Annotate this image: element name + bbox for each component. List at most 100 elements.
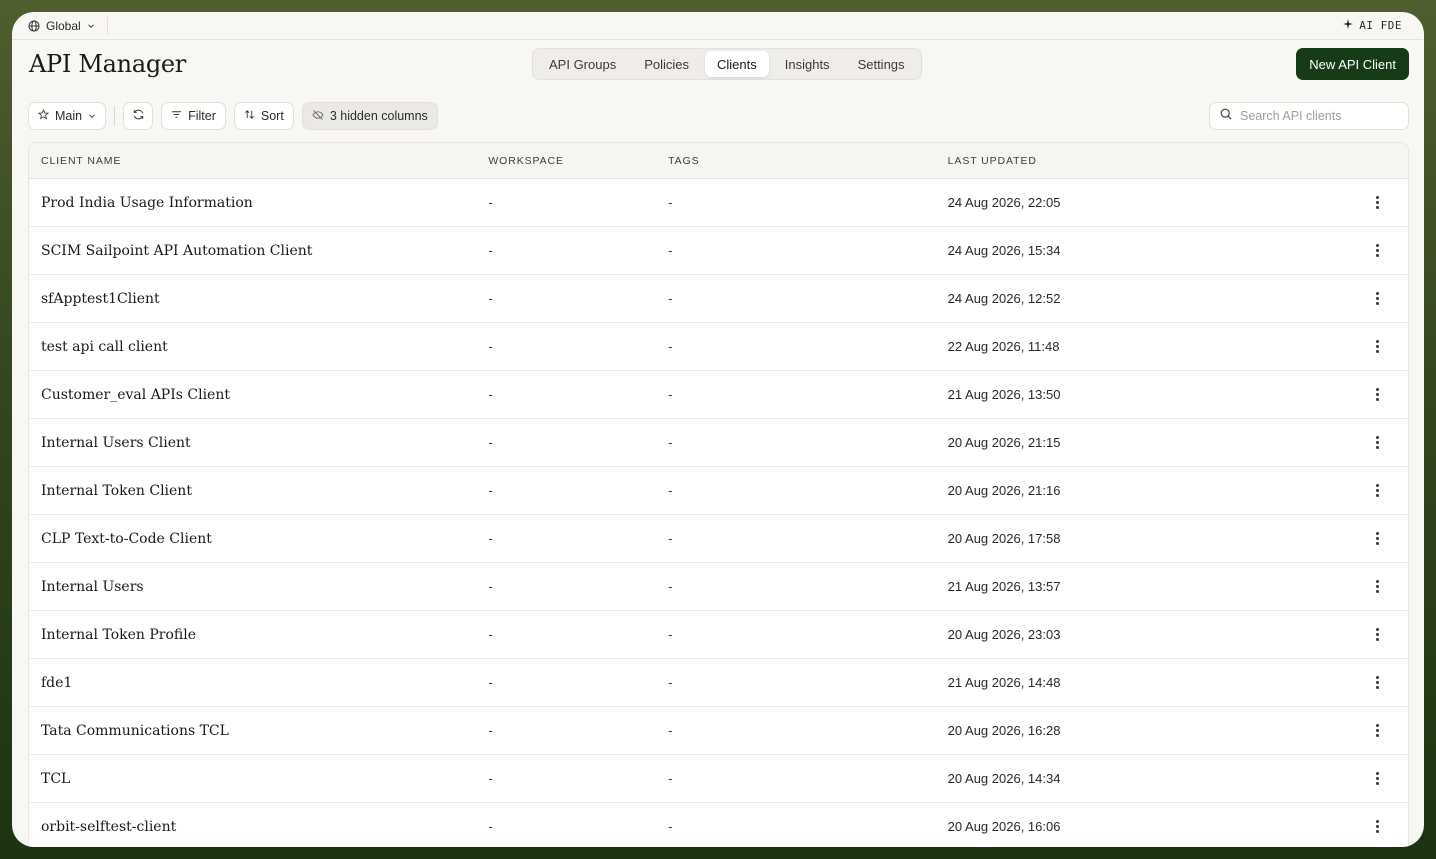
column-header-last-updated[interactable]: LAST UPDATED xyxy=(948,155,1347,167)
more-vertical-icon[interactable] xyxy=(1368,769,1388,789)
client-name[interactable]: SCIM Sailpoint API Automation Client xyxy=(41,243,312,259)
tags-value: - xyxy=(668,722,673,738)
table-row[interactable]: Internal Users - - 21 Aug 2026, 13:57 xyxy=(29,563,1408,611)
client-name[interactable]: Prod India Usage Information xyxy=(41,195,253,211)
scope-label: Global xyxy=(46,18,81,33)
last-updated-value: 21 Aug 2026, 13:57 xyxy=(947,578,1061,594)
client-name[interactable]: TCL xyxy=(41,771,70,787)
sort-button[interactable]: Sort xyxy=(233,102,294,130)
workspace-value: - xyxy=(488,530,493,546)
tags-value: - xyxy=(668,290,673,306)
table-row[interactable]: TCL - - 20 Aug 2026, 14:34 xyxy=(29,755,1408,803)
table-row[interactable]: Internal Token Profile - - 20 Aug 2026, 23:… xyxy=(29,611,1408,659)
more-vertical-icon[interactable] xyxy=(1368,529,1388,549)
client-name[interactable]: Internal Users xyxy=(41,579,144,595)
tags-value: - xyxy=(668,434,673,450)
more-vertical-icon[interactable] xyxy=(1368,385,1388,405)
scope-selector[interactable]: Global xyxy=(28,16,108,35)
last-updated-value: 20 Aug 2026, 21:15 xyxy=(947,434,1061,450)
tab-insights[interactable]: Insights xyxy=(773,51,842,77)
table-row[interactable]: Prod India Usage Information - - 24 Aug 202… xyxy=(29,179,1408,227)
hidden-columns-button[interactable]: 3 hidden columns xyxy=(301,102,438,130)
tab-clients[interactable]: Clients xyxy=(705,51,769,77)
last-updated-value: 20 Aug 2026, 23:03 xyxy=(947,626,1061,642)
client-name[interactable]: orbit-selftest-client xyxy=(41,819,176,835)
client-name[interactable]: Internal Token Client xyxy=(41,483,192,499)
table-row[interactable]: Customer_eval APIs Client - - 21 Aug 2026, … xyxy=(29,371,1408,419)
more-vertical-icon[interactable] xyxy=(1368,721,1388,741)
column-header-client-name[interactable]: CLIENT NAME xyxy=(29,155,488,167)
tab-api-groups[interactable]: API Groups xyxy=(537,51,628,77)
star-icon xyxy=(37,108,50,123)
workspace-value: - xyxy=(488,674,493,690)
client-name[interactable]: Tata Communications TCL xyxy=(41,723,229,739)
last-updated-value: 20 Aug 2026, 17:58 xyxy=(947,530,1061,546)
more-vertical-icon[interactable] xyxy=(1368,193,1388,213)
page-header: API Manager API Groups Policies Clients … xyxy=(12,40,1424,92)
client-name[interactable]: Internal Users Client xyxy=(41,435,191,451)
client-name[interactable]: test api call client xyxy=(41,339,168,355)
last-updated-value: 20 Aug 2026, 14:34 xyxy=(947,770,1061,786)
last-updated-value: 24 Aug 2026, 12:52 xyxy=(947,290,1061,306)
workspace-value: - xyxy=(488,338,493,354)
filter-button[interactable]: Filter xyxy=(161,102,226,130)
table-header: CLIENT NAME WORKSPACE TAGS LAST UPDATED xyxy=(29,143,1408,179)
tab-policies[interactable]: Policies xyxy=(632,51,701,77)
page-title: API Manager xyxy=(29,50,186,78)
search-input[interactable] xyxy=(1240,109,1400,123)
client-name[interactable]: sfApptest1Client xyxy=(41,291,160,307)
column-header-tags[interactable]: TAGS xyxy=(668,155,948,167)
more-vertical-icon[interactable] xyxy=(1368,241,1388,261)
table-row[interactable]: sfApptest1Client - - 24 Aug 2026, 12:52 xyxy=(29,275,1408,323)
last-updated-value: 24 Aug 2026, 22:05 xyxy=(947,194,1061,210)
table-row[interactable]: Internal Token Client - - 20 Aug 2026, 21:1… xyxy=(29,467,1408,515)
globe-icon xyxy=(28,20,40,32)
workspace-value: - xyxy=(488,818,493,834)
sort-label: Sort xyxy=(260,109,284,123)
more-vertical-icon[interactable] xyxy=(1368,577,1388,597)
more-vertical-icon[interactable] xyxy=(1368,673,1388,693)
refresh-icon xyxy=(132,108,145,124)
tags-value: - xyxy=(668,194,673,210)
tags-value: - xyxy=(668,482,673,498)
table-row[interactable]: test api call client - - 22 Aug 2026, 11:48 xyxy=(29,323,1408,371)
tags-value: - xyxy=(668,578,673,594)
table-row[interactable]: CLP Text-to-Code Client - - 20 Aug 2026, 17… xyxy=(29,515,1408,563)
workspace-value: - xyxy=(488,722,493,738)
table-row[interactable]: Tata Communications TCL - - 20 Aug 2026, 16… xyxy=(29,707,1408,755)
last-updated-value: 21 Aug 2026, 13:50 xyxy=(947,386,1061,402)
tab-settings[interactable]: Settings xyxy=(846,51,917,77)
more-vertical-icon[interactable] xyxy=(1368,817,1388,837)
workspace-value: - xyxy=(488,290,493,306)
client-name[interactable]: CLP Text-to-Code Client xyxy=(41,531,212,547)
last-updated-value: 24 Aug 2026, 15:34 xyxy=(947,242,1061,258)
more-vertical-icon[interactable] xyxy=(1368,625,1388,645)
ai-fde-button[interactable]: AI FDE xyxy=(1343,19,1402,32)
app-window: Global AI FDE API Manager API Groups Pol… xyxy=(12,12,1424,847)
tags-value: - xyxy=(668,338,673,354)
workspace-value: - xyxy=(488,770,493,786)
last-updated-value: 21 Aug 2026, 14:48 xyxy=(947,674,1061,690)
table-row[interactable]: Internal Users Client - - 20 Aug 2026, 21:1… xyxy=(29,419,1408,467)
client-name[interactable]: Internal Token Profile xyxy=(41,627,196,643)
more-vertical-icon[interactable] xyxy=(1368,289,1388,309)
tags-value: - xyxy=(668,770,673,786)
view-selector[interactable]: Main xyxy=(28,102,107,130)
client-name[interactable]: Customer_eval APIs Client xyxy=(41,387,230,403)
workspace-value: - xyxy=(488,482,493,498)
client-name[interactable]: fde1 xyxy=(41,675,72,691)
new-api-client-button[interactable]: New API Client xyxy=(1296,48,1409,80)
search-box[interactable] xyxy=(1209,102,1409,130)
more-vertical-icon[interactable] xyxy=(1368,337,1388,357)
more-vertical-icon[interactable] xyxy=(1368,433,1388,453)
table-row[interactable]: orbit-selftest-client - - 20 Aug 2026, 16:0… xyxy=(29,803,1408,847)
more-vertical-icon[interactable] xyxy=(1368,481,1388,501)
clients-table: CLIENT NAME WORKSPACE TAGS LAST UPDATED … xyxy=(28,142,1409,847)
column-header-workspace[interactable]: WORKSPACE xyxy=(488,155,668,167)
table-row[interactable]: fde1 - - 21 Aug 2026, 14:48 xyxy=(29,659,1408,707)
table-row[interactable]: SCIM Sailpoint API Automation Client - - 24… xyxy=(29,227,1408,275)
filter-label: Filter xyxy=(188,109,216,123)
last-updated-value: 22 Aug 2026, 11:48 xyxy=(947,338,1060,354)
chevron-down-icon xyxy=(88,109,96,123)
refresh-button[interactable] xyxy=(123,102,154,130)
